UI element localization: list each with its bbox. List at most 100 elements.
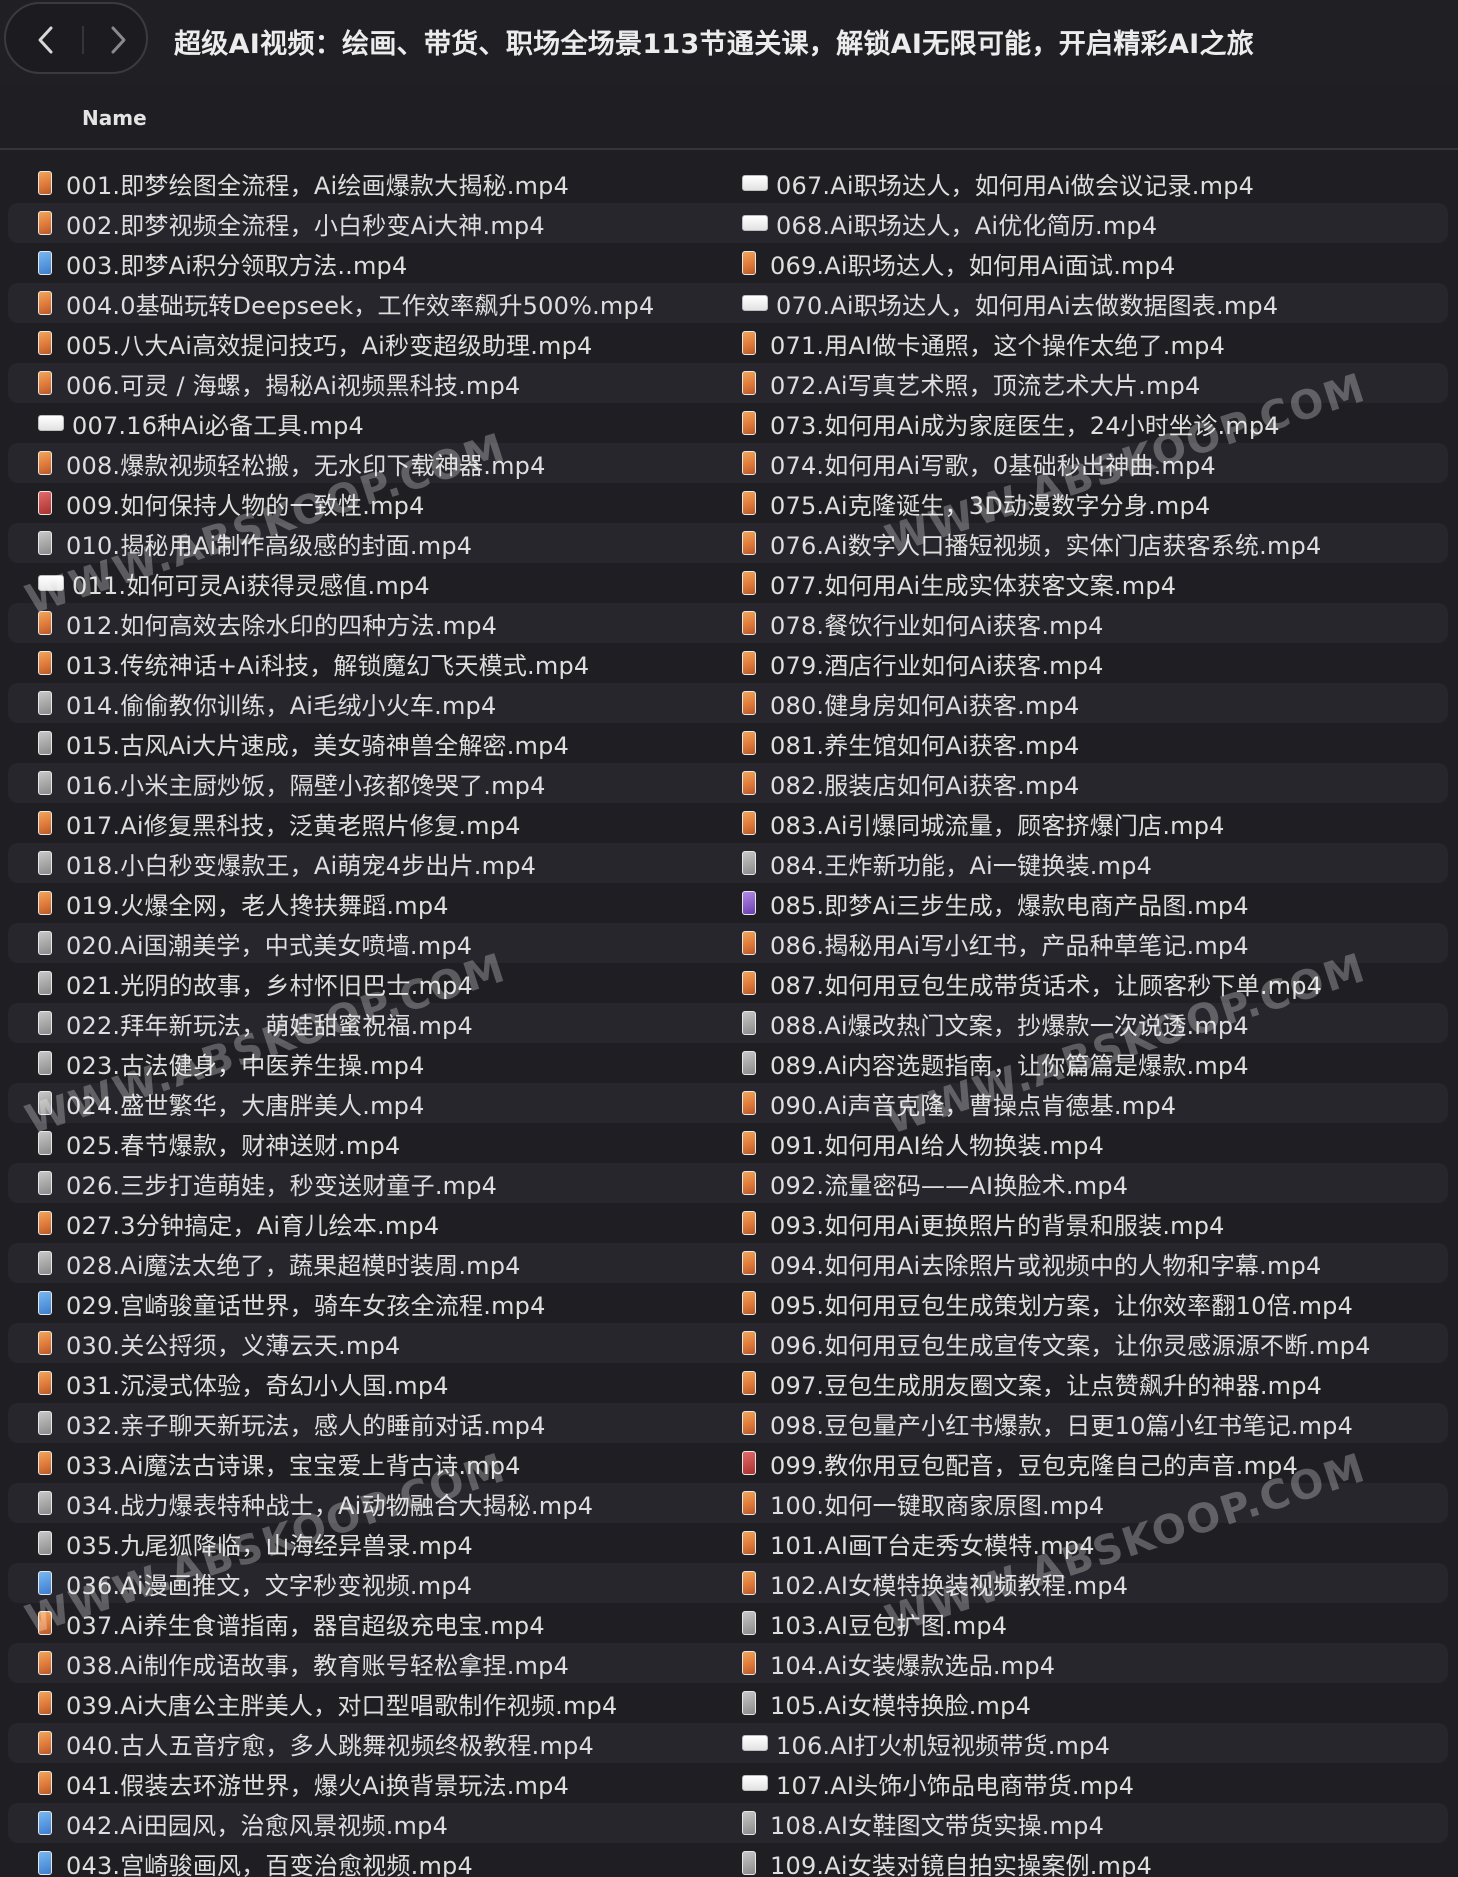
- file-item[interactable]: 087.如何用豆包生成带货话术，让顾客秒下单.mp4: [742, 963, 1322, 1003]
- file-item[interactable]: 037.Ai养生食谱指南，器官超级充电宝.mp4: [38, 1603, 545, 1643]
- file-item[interactable]: 034.战力爆表特种战士，Ai动物融合大揭秘.mp4: [38, 1483, 593, 1523]
- file-item[interactable]: 067.Ai职场达人，如何用Ai做会议记录.mp4: [742, 163, 1254, 203]
- file-item[interactable]: 094.如何用Ai去除照片或视频中的人物和字幕.mp4: [742, 1243, 1321, 1283]
- list-row: 012.如何高效去除水印的四种方法.mp4 078.餐饮行业如何Ai获客.mp4: [8, 603, 1448, 643]
- file-item[interactable]: 101.AI画T台走秀女模特.mp4: [742, 1523, 1095, 1563]
- file-item[interactable]: 099.教你用豆包配音，豆包克隆自己的声音.mp4: [742, 1443, 1298, 1483]
- file-item[interactable]: 105.Ai女模特换脸.mp4: [742, 1683, 1031, 1723]
- file-name: 091.如何用AI给人物换装.mp4: [770, 1131, 1105, 1160]
- file-item[interactable]: 083.Ai引爆同城流量，顾客挤爆门店.mp4: [742, 803, 1225, 843]
- file-item[interactable]: 093.如何用Ai更换照片的背景和服装.mp4: [742, 1203, 1225, 1243]
- file-item[interactable]: 003.即梦Ai积分领取方法..mp4: [38, 243, 407, 283]
- file-item[interactable]: 016.小米主厨炒饭，隔壁小孩都馋哭了.mp4: [38, 763, 546, 803]
- file-item[interactable]: 078.餐饮行业如何Ai获客.mp4: [742, 603, 1104, 643]
- file-item[interactable]: 029.宫崎骏童话世界，骑车女孩全流程.mp4: [38, 1283, 546, 1323]
- file-item[interactable]: 025.春节爆款，财神送财.mp4: [38, 1123, 400, 1163]
- video-file-icon: [38, 1051, 52, 1075]
- file-item[interactable]: 035.九尾狐降临，山海经异兽录.mp4: [38, 1523, 473, 1563]
- file-item[interactable]: 021.光阴的故事，乡村怀旧巴士.mp4: [38, 963, 473, 1003]
- file-item[interactable]: 085.即梦Ai三步生成，爆款电商产品图.mp4: [742, 883, 1249, 923]
- file-item[interactable]: 043.宫崎骏画风，百变治愈视频.mp4: [38, 1843, 473, 1877]
- file-item[interactable]: 007.16种Ai必备工具.mp4: [38, 403, 364, 443]
- file-item[interactable]: 104.Ai女装爆款选品.mp4: [742, 1643, 1055, 1683]
- file-item[interactable]: 089.Ai内容选题指南，让你篇篇是爆款.mp4: [742, 1043, 1249, 1083]
- file-item[interactable]: 013.传统神话+Ai科技，解锁魔幻飞天模式.mp4: [38, 643, 589, 683]
- forward-button[interactable]: [96, 18, 140, 62]
- file-item[interactable]: 026.三步打造萌娃，秒变送财童子.mp4: [38, 1163, 497, 1203]
- file-item[interactable]: 095.如何用豆包生成策划方案，让你效率翻10倍.mp4: [742, 1283, 1353, 1323]
- file-item[interactable]: 082.服装店如何Ai获客.mp4: [742, 763, 1079, 803]
- file-item[interactable]: 074.如何用Ai写歌，0基础秒出神曲.mp4: [742, 443, 1216, 483]
- file-item[interactable]: 070.Ai职场达人，如何用Ai去做数据图表.mp4: [742, 283, 1278, 323]
- file-name: 013.传统神话+Ai科技，解锁魔幻飞天模式.mp4: [66, 651, 590, 680]
- file-item[interactable]: 024.盛世繁华，大唐胖美人.mp4: [38, 1083, 425, 1123]
- file-item[interactable]: 075.Ai克隆诞生，3D动漫数字分身.mp4: [742, 483, 1210, 523]
- file-item[interactable]: 036.Ai漫画推文，文字秒变视频.mp4: [38, 1563, 472, 1603]
- file-item[interactable]: 031.沉浸式体验，奇幻小人国.mp4: [38, 1363, 449, 1403]
- file-item[interactable]: 008.爆款视频轻松搬，无水印下载神器.mp4: [38, 443, 546, 483]
- file-item[interactable]: 012.如何高效去除水印的四种方法.mp4: [38, 603, 497, 643]
- file-item[interactable]: 077.如何用Ai生成实体获客文案.mp4: [742, 563, 1176, 603]
- file-item[interactable]: 042.Ai田园风，治愈风景视频.mp4: [38, 1803, 448, 1843]
- file-item[interactable]: 084.王炸新功能，Ai一键换装.mp4: [742, 843, 1152, 883]
- file-item[interactable]: 102.AI女模特换装视频教程.mp4: [742, 1563, 1128, 1603]
- file-item[interactable]: 109.Ai女装对镜自拍实操案例.mp4: [742, 1843, 1152, 1877]
- file-item[interactable]: 018.小白秒变爆款王，Ai萌宠4步出片.mp4: [38, 843, 536, 883]
- file-item[interactable]: 010.揭秘用Ai制作高级感的封面.mp4: [38, 523, 472, 563]
- file-item[interactable]: 068.Ai职场达人，Ai优化简历.mp4: [742, 203, 1157, 243]
- file-name: 002.即梦视频全流程，小白秒变Ai大神.mp4: [66, 211, 545, 240]
- file-item[interactable]: 023.古法健身，中医养生操.mp4: [38, 1043, 425, 1083]
- file-item[interactable]: 032.亲子聊天新玩法，感人的睡前对话.mp4: [38, 1403, 546, 1443]
- file-item[interactable]: 108.AI女鞋图文带货实操.mp4: [742, 1803, 1104, 1843]
- file-item[interactable]: 011.如何可灵Ai获得灵感值.mp4: [38, 563, 430, 603]
- file-item[interactable]: 079.酒店行业如何Ai获客.mp4: [742, 643, 1104, 683]
- file-item[interactable]: 004.0基础玩转Deepseek，工作效率飙升500%.mp4: [38, 283, 654, 323]
- file-item[interactable]: 022.拜年新玩法，萌娃甜蜜祝福.mp4: [38, 1003, 473, 1043]
- file-item[interactable]: 040.古人五音疗愈，多人跳舞视频终极教程.mp4: [38, 1723, 594, 1763]
- file-item[interactable]: 106.AI打火机短视频带货.mp4: [742, 1723, 1110, 1763]
- file-item[interactable]: 041.假装去环游世界，爆火Ai换背景玩法.mp4: [38, 1763, 569, 1803]
- file-item[interactable]: 103.AI豆包扩图.mp4: [742, 1603, 1007, 1643]
- file-item[interactable]: 001.即梦绘图全流程，Ai绘画爆款大揭秘.mp4: [38, 163, 569, 203]
- file-item[interactable]: 107.AI头饰小饰品电商带货.mp4: [742, 1763, 1134, 1803]
- file-item[interactable]: 009.如何保持人物的一致性.mp4: [38, 483, 425, 523]
- file-item[interactable]: 072.Ai写真艺术照，顶流艺术大片.mp4: [742, 363, 1200, 403]
- file-item[interactable]: 071.用AI做卡通照，这个操作太绝了.mp4: [742, 323, 1225, 363]
- name-column-header[interactable]: Name: [82, 106, 147, 130]
- list-header: Name: [0, 84, 1458, 150]
- file-item[interactable]: 086.揭秘用Ai写小红书，产品种草笔记.mp4: [742, 923, 1249, 963]
- file-item[interactable]: 069.Ai职场达人，如何用Ai面试.mp4: [742, 243, 1176, 283]
- file-item[interactable]: 091.如何用AI给人物换装.mp4: [742, 1123, 1104, 1163]
- back-button[interactable]: [24, 18, 68, 62]
- file-item[interactable]: 017.Ai修复黑科技，泛黄老照片修复.mp4: [38, 803, 521, 843]
- file-item[interactable]: 014.偷偷教你训练，Ai毛绒小火车.mp4: [38, 683, 496, 723]
- file-item[interactable]: 028.Ai魔法太绝了，蔬果超模时装周.mp4: [38, 1243, 521, 1283]
- file-item[interactable]: 033.Ai魔法古诗课，宝宝爱上背古诗.mp4: [38, 1443, 521, 1483]
- file-item[interactable]: 076.Ai数字人口播短视频，实体门店获客系统.mp4: [742, 523, 1321, 563]
- file-item[interactable]: 088.Ai爆改热门文案，抄爆款一次说透.mp4: [742, 1003, 1249, 1043]
- file-item[interactable]: 100.如何一键取商家原图.mp4: [742, 1483, 1104, 1523]
- list-row: 042.Ai田园风，治愈风景视频.mp4 108.AI女鞋图文带货实操.mp4: [8, 1803, 1448, 1843]
- file-item[interactable]: 019.火爆全网，老人搀扶舞蹈.mp4: [38, 883, 449, 923]
- file-item[interactable]: 002.即梦视频全流程，小白秒变Ai大神.mp4: [38, 203, 545, 243]
- file-item[interactable]: 015.古风Ai大片速成，美女骑神兽全解密.mp4: [38, 723, 569, 763]
- file-item[interactable]: 090.Ai声音克隆，曹操点肯德基.mp4: [742, 1083, 1176, 1123]
- file-item[interactable]: 092.流量密码——AI换脸术.mp4: [742, 1163, 1128, 1203]
- file-item[interactable]: 020.Ai国潮美学，中式美女喷墙.mp4: [38, 923, 472, 963]
- file-item[interactable]: 098.豆包量产小红书爆款，日更10篇小红书笔记.mp4: [742, 1403, 1353, 1443]
- file-item[interactable]: 081.养生馆如何Ai获客.mp4: [742, 723, 1079, 763]
- video-file-icon: [742, 571, 756, 595]
- file-item[interactable]: 038.Ai制作成语故事，教育账号轻松拿捏.mp4: [38, 1643, 569, 1683]
- file-item[interactable]: 027.3分钟搞定，Ai育儿绘本.mp4: [38, 1203, 439, 1243]
- file-item[interactable]: 039.Ai大唐公主胖美人，对口型唱歌制作视频.mp4: [38, 1683, 617, 1723]
- video-file-icon: [742, 1291, 756, 1315]
- file-name: 084.王炸新功能，Ai一键换装.mp4: [770, 851, 1153, 880]
- file-item[interactable]: 080.健身房如何Ai获客.mp4: [742, 683, 1079, 723]
- file-item[interactable]: 097.豆包生成朋友圈文案，让点赞飙升的神器.mp4: [742, 1363, 1322, 1403]
- file-item[interactable]: 030.关公捋须，义薄云天.mp4: [38, 1323, 400, 1363]
- file-item[interactable]: 005.八大Ai高效提问技巧，Ai秒变超级助理.mp4: [38, 323, 593, 363]
- video-file-icon: [742, 1811, 756, 1835]
- file-item[interactable]: 096.如何用豆包生成宣传文案，让你灵感源源不断.mp4: [742, 1323, 1371, 1363]
- file-item[interactable]: 073.如何用Ai成为家庭医生，24小时坐诊.mp4: [742, 403, 1280, 443]
- file-item[interactable]: 006.可灵 / 海螺，揭秘Ai视频黑科技.mp4: [38, 363, 520, 403]
